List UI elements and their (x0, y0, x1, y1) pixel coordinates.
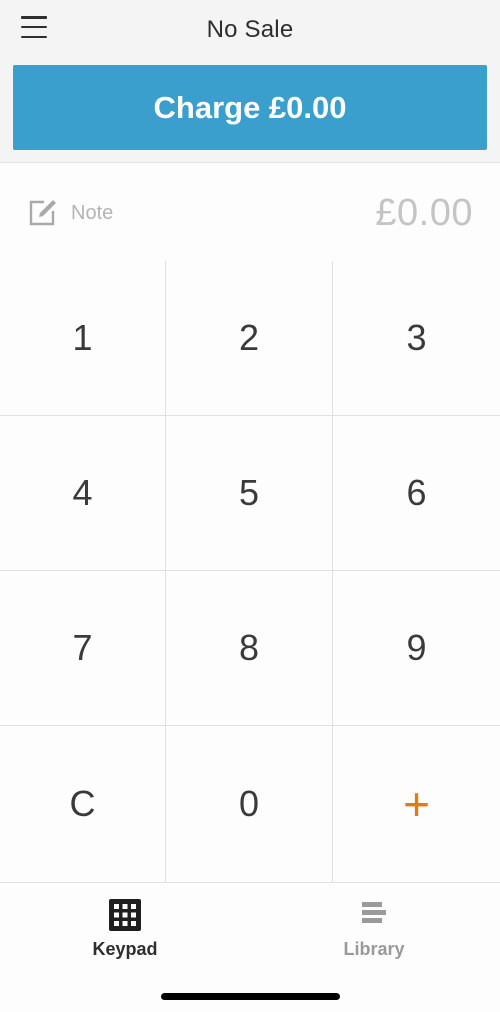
hamburger-menu-icon[interactable] (21, 16, 47, 38)
keypad: 1 2 3 4 5 6 7 8 9 C 0 + (0, 261, 500, 882)
home-indicator (161, 993, 340, 1000)
note-row[interactable]: Note £0.00 (0, 162, 500, 262)
key-1[interactable]: 1 (0, 261, 166, 416)
pos-app: No Sale Charge £0.00 Note £0.00 1 2 3 4 … (0, 0, 500, 1012)
key-2[interactable]: 2 (166, 261, 333, 416)
add-item-key[interactable]: + (333, 726, 500, 882)
tab-label: Library (343, 939, 405, 959)
key-6[interactable]: 6 (333, 416, 500, 571)
key-3[interactable]: 3 (333, 261, 500, 416)
amount-display: £0.00 (375, 192, 473, 234)
tab-label: Keypad (92, 939, 158, 959)
key-5[interactable]: 5 (166, 416, 333, 571)
clear-key[interactable]: C (0, 726, 166, 882)
page-title: No Sale (206, 16, 294, 43)
charge-button[interactable]: Charge £0.00 (13, 65, 487, 150)
key-4[interactable]: 4 (0, 416, 166, 571)
keypad-grid-icon (109, 899, 141, 931)
key-7[interactable]: 7 (0, 571, 166, 726)
edit-note-icon (29, 200, 56, 226)
key-0[interactable]: 0 (166, 726, 333, 882)
tab-keypad[interactable]: Keypad (65, 899, 185, 960)
tab-library[interactable]: Library (314, 899, 434, 960)
note-label: Note (71, 202, 114, 224)
top-bar: No Sale (0, 0, 500, 60)
key-8[interactable]: 8 (166, 571, 333, 726)
key-9[interactable]: 9 (333, 571, 500, 726)
library-list-icon (362, 902, 386, 923)
